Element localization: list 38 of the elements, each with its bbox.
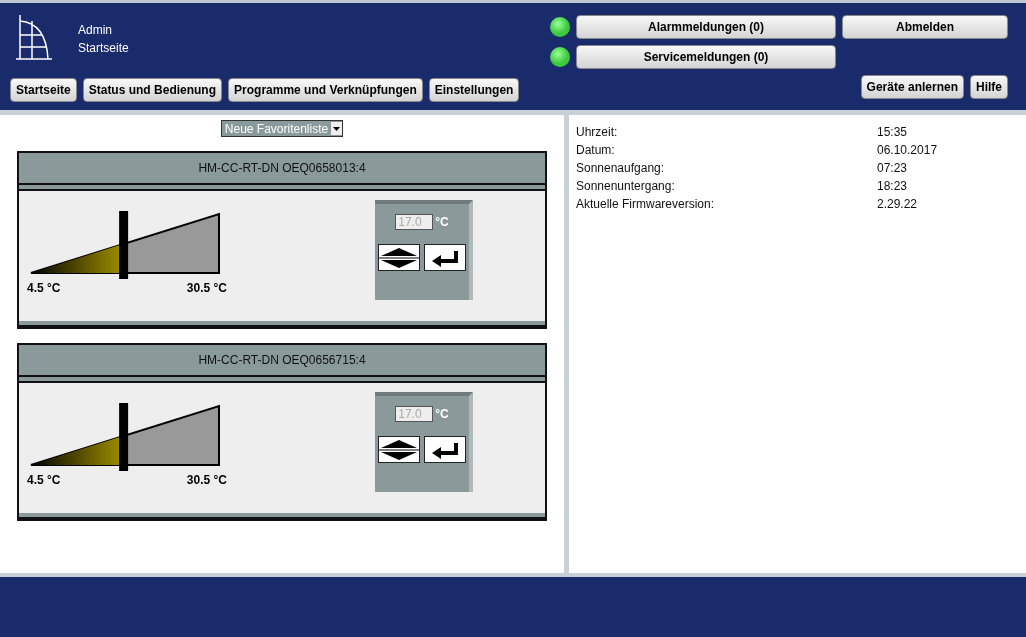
user-name: Admin [78,23,113,37]
logout-button[interactable]: Abmelden [842,15,1008,39]
nav-button[interactable]: Programme und Verknüpfungen [228,78,423,102]
info-value: 2.29.22 [877,197,919,213]
device-title: HM-CC-RT-DN OEQ0656715:4 [198,353,366,367]
info-value: 18:23 [877,179,909,195]
max-temperature-label: 30.5 °C [186,281,227,295]
min-temperature-label: 4.5 °C [27,473,61,487]
header-button[interactable]: Geräte anlernen [860,75,964,99]
enter-arrow-icon [430,440,460,459]
up-down-arrows-icon [379,245,419,270]
alarm-messages-button[interactable]: Alarmmeldungen (0) [576,15,836,39]
greenhouse-logo-icon [16,13,52,63]
info-label: Datum: [576,143,616,159]
nav-button[interactable]: Startseite [10,78,77,102]
enter-button[interactable] [424,436,466,463]
header-button[interactable]: Hilfe [970,75,1008,99]
max-temperature-label: 30.5 °C [186,473,227,487]
unit-label: °C [435,215,449,229]
info-label: Sonnenuntergang: [576,179,676,195]
page-title: Startseite [78,41,129,55]
device-title: HM-CC-RT-DN OEQ0658013:4 [198,161,366,175]
nav-button[interactable]: Status und Bedienung [82,78,223,102]
info-label: Uhrzeit: [576,125,619,141]
up-down-button[interactable] [378,244,420,271]
unit-label: °C [435,407,449,421]
up-down-button[interactable] [378,436,420,463]
info-label: Sonnenaufgang: [576,161,666,177]
info-value: 06.10.2017 [877,143,939,159]
info-value: 07:23 [877,161,909,177]
enter-button[interactable] [424,244,466,271]
service-messages-button[interactable]: Servicemeldungen (0) [576,45,836,69]
up-down-arrows-icon [379,437,419,462]
enter-arrow-icon [430,248,460,267]
min-temperature-label: 4.5 °C [27,281,61,295]
info-label: Aktuelle Firmwareversion: [576,197,716,213]
nav-button[interactable]: Einstellungen [428,78,520,102]
info-value: 15:35 [877,125,909,141]
